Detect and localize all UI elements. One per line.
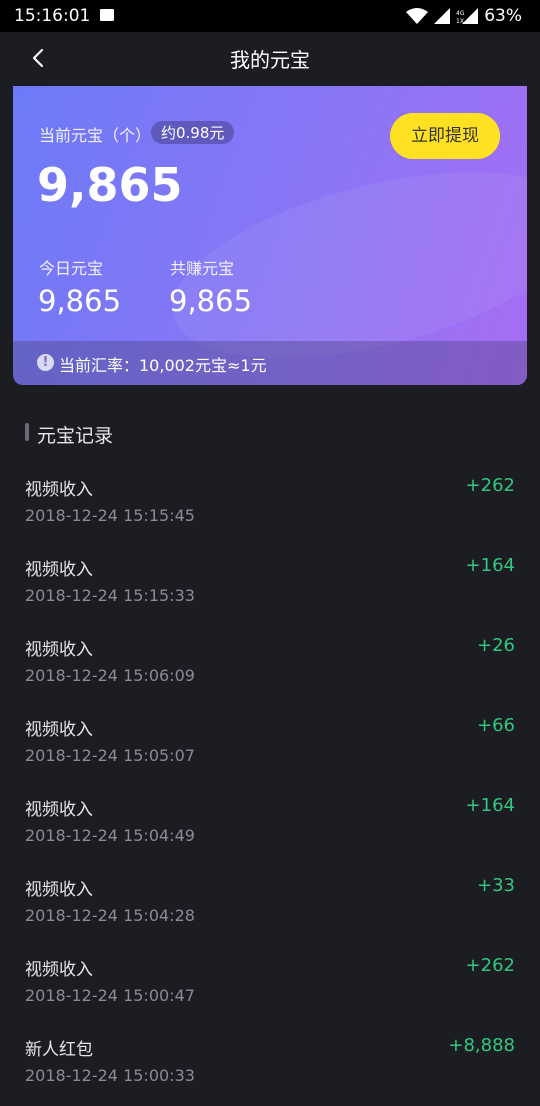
record-name: 视频收入	[25, 480, 93, 500]
list-item: 新人红包 2018-12-24 15:00:33 +8,888	[0, 1026, 540, 1106]
svg-text:4G: 4G	[456, 10, 465, 17]
record-time: 2018-12-24 15:04:49	[25, 826, 195, 845]
list-item: 视频收入 2018-12-24 15:04:28 +33	[0, 866, 540, 946]
list-item: 视频收入 2018-12-24 15:05:07 +66	[0, 706, 540, 786]
record-amount: +262	[465, 475, 515, 496]
record-amount: +66	[477, 715, 515, 736]
records-list: 视频收入 2018-12-24 15:15:45 +262 视频收入 2018-…	[0, 466, 540, 1106]
total-earned-label: 共赚元宝	[170, 259, 235, 278]
status-time: 15:16:01	[14, 6, 91, 26]
list-item: 视频收入 2018-12-24 15:06:09 +26	[0, 626, 540, 706]
record-name: 新人红包	[25, 1040, 93, 1060]
status-icons: 4G 1X 63%	[406, 6, 522, 26]
record-amount: +33	[477, 875, 515, 896]
wifi-icon	[406, 8, 429, 24]
approx-value-badge: 约0.98元	[151, 121, 235, 144]
record-time: 2018-12-24 15:04:28	[25, 906, 195, 925]
record-time: 2018-12-24 15:06:09	[25, 666, 195, 685]
record-time: 2018-12-24 15:15:45	[25, 506, 195, 525]
record-time: 2018-12-24 15:00:47	[25, 986, 195, 1005]
record-name: 视频收入	[25, 880, 93, 900]
record-amount: +164	[465, 795, 515, 816]
record-name: 视频收入	[25, 800, 93, 820]
list-item: 视频收入 2018-12-24 15:04:49 +164	[0, 786, 540, 866]
record-name: 视频收入	[25, 960, 93, 980]
record-name: 视频收入	[25, 640, 93, 660]
page-title: 我的元宝	[230, 48, 310, 72]
today-label: 今日元宝	[39, 259, 104, 278]
records-section-title: 元宝记录	[37, 425, 114, 447]
record-amount: +8,888	[448, 1035, 515, 1056]
record-name: 视频收入	[25, 560, 93, 580]
list-item: 视频收入 2018-12-24 15:15:45 +262	[0, 466, 540, 546]
record-amount: +26	[477, 635, 515, 656]
balance-card: 当前元宝（个） 约0.98元 9,865 立即提现 今日元宝 9,865 共赚元…	[13, 86, 527, 385]
battery-percent: 63%	[484, 6, 522, 26]
section-marker	[25, 423, 29, 441]
status-bar: 15:16:01 4G 1X 63%	[0, 0, 540, 32]
svg-text:1X: 1X	[456, 18, 464, 24]
withdraw-button[interactable]: 立即提现	[390, 113, 500, 159]
signal-4g-icon: 4G1X	[456, 8, 479, 24]
signal-icon	[434, 8, 451, 24]
info-icon: !	[37, 354, 54, 371]
total-earned-amount: 9,865	[169, 284, 253, 318]
record-amount: +262	[465, 955, 515, 976]
record-time: 2018-12-24 15:00:33	[25, 1066, 195, 1085]
current-balance-amount: 9,865	[37, 158, 183, 212]
list-item: 视频收入 2018-12-24 15:00:47 +262	[0, 946, 540, 1026]
record-time: 2018-12-24 15:05:07	[25, 746, 195, 765]
image-notification-icon	[100, 9, 114, 21]
exchange-rate-text: 当前汇率：10,002元宝≈1元	[59, 356, 267, 375]
list-item: 视频收入 2018-12-24 15:15:33 +164	[0, 546, 540, 626]
exchange-rate-bar: ! 当前汇率：10,002元宝≈1元	[13, 341, 527, 385]
record-amount: +164	[465, 555, 515, 576]
record-time: 2018-12-24 15:15:33	[25, 586, 195, 605]
current-balance-label: 当前元宝（个）	[39, 126, 152, 145]
app-bar: 我的元宝	[0, 32, 540, 86]
record-name: 视频收入	[25, 720, 93, 740]
today-amount: 9,865	[38, 284, 122, 318]
